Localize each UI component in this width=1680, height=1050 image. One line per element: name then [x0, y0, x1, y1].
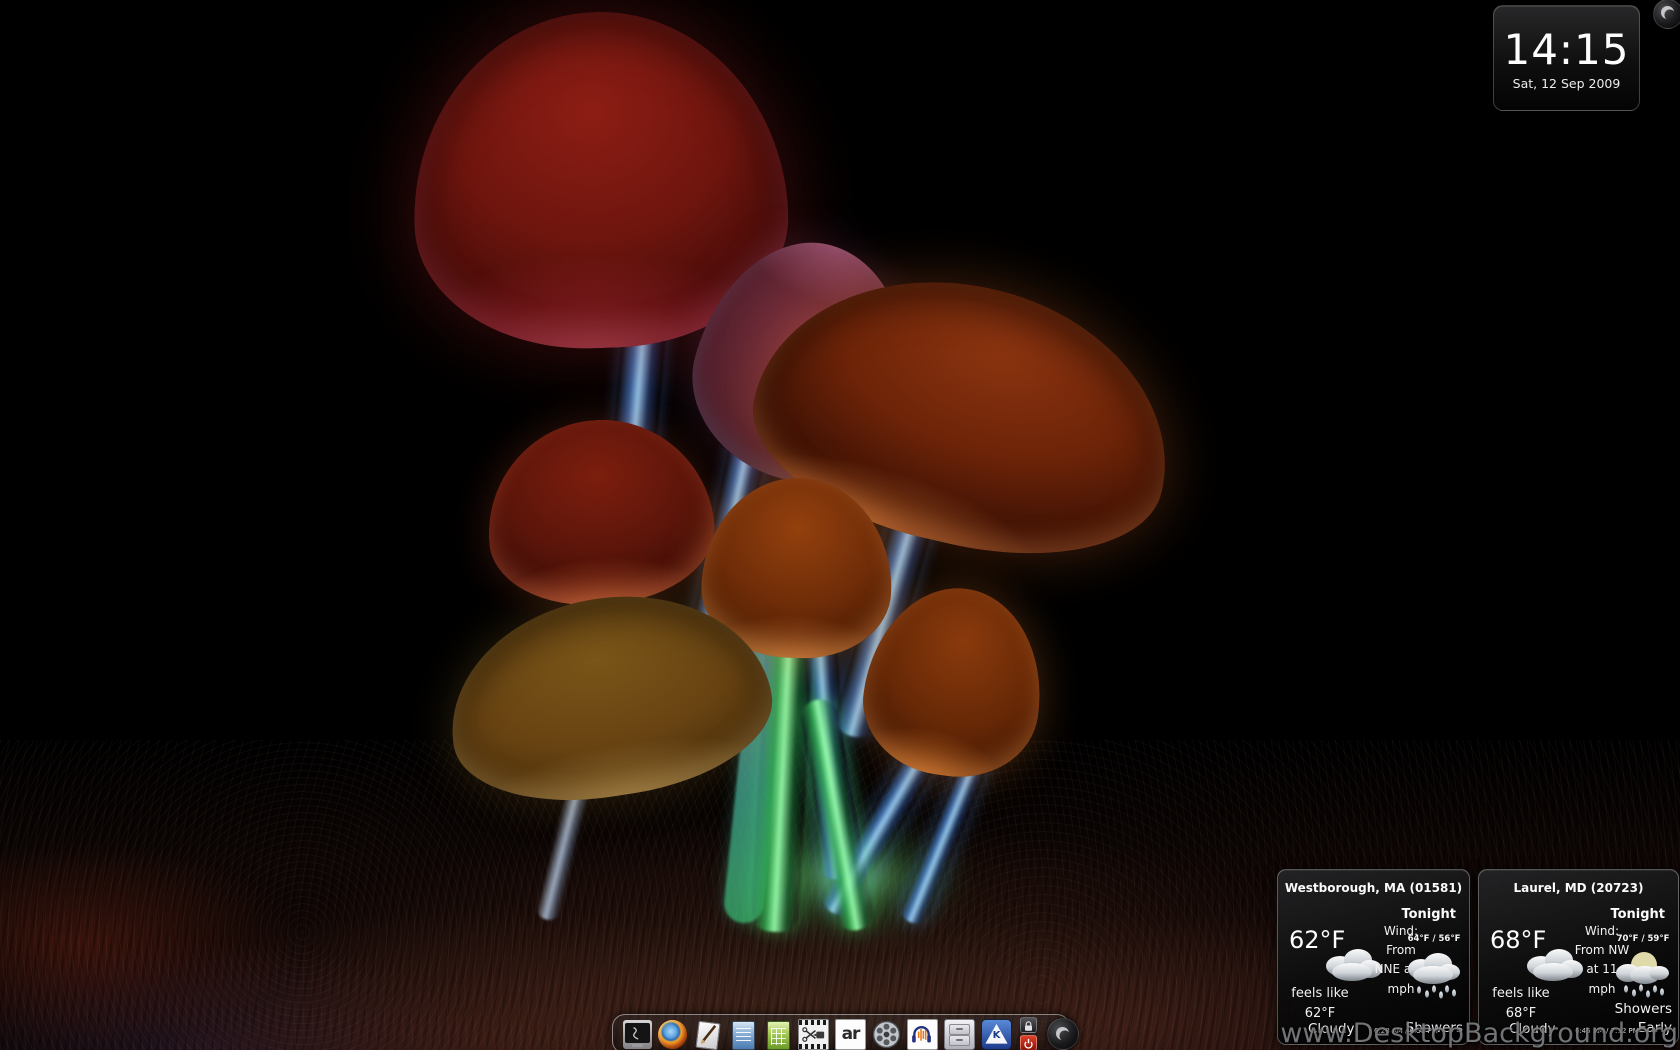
feels-like-label: feels like	[1282, 984, 1358, 1004]
panel-toolbox-icon[interactable]	[1047, 1018, 1079, 1050]
weather-widget-laurel[interactable]: Laurel, MD (20723) Tonight 68°F Wind: Fr…	[1478, 869, 1679, 1045]
text-editor-icon[interactable]	[693, 1020, 722, 1049]
konsole-terminal-icon[interactable]	[623, 1020, 652, 1049]
power-leave-icon[interactable]	[1020, 1035, 1037, 1050]
showers-icon	[1403, 947, 1463, 1003]
weather-condition-forecast: Showers	[1401, 1019, 1463, 1039]
weather-condition-now: Cloudy	[1308, 1021, 1355, 1037]
openoffice-calc-icon[interactable]	[763, 1020, 792, 1049]
writer-lines	[736, 1028, 751, 1044]
calc-page	[767, 1021, 790, 1050]
editor-pencil	[693, 1020, 722, 1049]
weather-feels-like: feels like 62°F	[1282, 984, 1358, 1024]
lock-screen-icon[interactable]	[1020, 1017, 1037, 1033]
file-drawer-icon[interactable]	[944, 1019, 975, 1050]
film-reel-media-player-icon[interactable]	[872, 1020, 901, 1049]
ar-app-icon[interactable]: ar	[835, 1019, 866, 1050]
audacity-icon[interactable]	[907, 1019, 938, 1050]
weather-location: Laurel, MD (20723)	[1479, 881, 1678, 895]
weather-location: Westborough, MA (01581)	[1278, 881, 1469, 895]
clock-date: Sat, 12 Sep 2009	[1513, 76, 1621, 91]
calc-grid	[771, 1028, 786, 1045]
konsole-screen	[625, 1023, 650, 1043]
weather-high-low: 64°F / 56°F	[1403, 934, 1465, 944]
desktop-toolbox-cashew-icon[interactable]	[1653, 0, 1680, 29]
cashew-moon-glyph	[1056, 1027, 1069, 1040]
scissors-camera-glyph	[799, 1020, 828, 1049]
writer-page	[732, 1021, 755, 1050]
dock-panel: ar	[612, 1014, 1070, 1050]
headphones-wave-glyph	[908, 1020, 935, 1047]
padlock-glyph	[1021, 1019, 1036, 1033]
feels-like-label: feels like	[1483, 984, 1559, 1004]
session-buttons	[1020, 1017, 1037, 1050]
film-reel-glyph	[872, 1020, 901, 1049]
forecast-line: Showers	[1406, 1020, 1463, 1036]
konsole-stand	[632, 1044, 643, 1047]
weather-period-label: Tonight	[1610, 907, 1665, 922]
clock-time: 14:15	[1503, 29, 1629, 71]
kde-app-icon[interactable]: K	[981, 1019, 1012, 1050]
weather-feels-like: feels like 68°F	[1483, 984, 1559, 1024]
mushroom-cap-red-mid	[479, 411, 720, 614]
power-glyph	[1021, 1037, 1036, 1050]
ar-glyph: ar	[842, 1026, 860, 1043]
drawer-slot	[949, 1024, 970, 1035]
firefox-icon[interactable]	[658, 1020, 687, 1049]
weather-period-label: Tonight	[1401, 907, 1456, 922]
showers-early-icon	[1612, 947, 1672, 1003]
weather-condition-now: Cloudy	[1509, 1021, 1556, 1037]
kde-k-glyph: K	[982, 1031, 1011, 1041]
forecast-line: Early	[1638, 1020, 1672, 1036]
openoffice-writer-icon[interactable]	[728, 1020, 757, 1049]
drawer-slot	[949, 1035, 970, 1046]
forecast-line: Showers	[1615, 1001, 1672, 1017]
cashew-moon-glyph	[1661, 6, 1674, 19]
weather-widget-westborough[interactable]: Westborough, MA (01581) Tonight 62°F Win…	[1277, 869, 1470, 1045]
desktop: 14:15 Sat, 12 Sep 2009 Westborough, MA (…	[0, 0, 1680, 1050]
avidemux-video-editor-icon[interactable]	[798, 1019, 829, 1050]
weather-high-low: 70°F / 59°F	[1612, 934, 1674, 944]
weather-condition-forecast: Showers Early	[1610, 1000, 1672, 1039]
clock-widget[interactable]: 14:15 Sat, 12 Sep 2009	[1493, 5, 1640, 111]
